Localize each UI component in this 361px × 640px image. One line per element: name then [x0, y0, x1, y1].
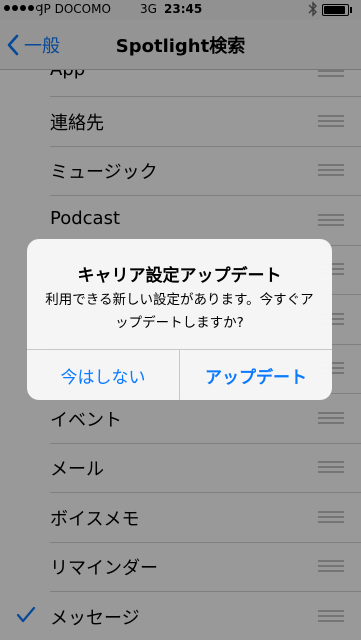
alert-message: 利用できる新しい設定があります。今すぐアップデートしますか?	[45, 292, 314, 331]
alert-title: キャリア設定アップデート	[77, 266, 282, 286]
carrier-update-alert: キャリア設定アップデート 利用できる新しい設定があります。今すぐアップデートしま…	[27, 239, 332, 400]
not-now-button[interactable]: 今はしない	[27, 350, 179, 400]
update-button[interactable]: アップデート	[180, 350, 332, 400]
